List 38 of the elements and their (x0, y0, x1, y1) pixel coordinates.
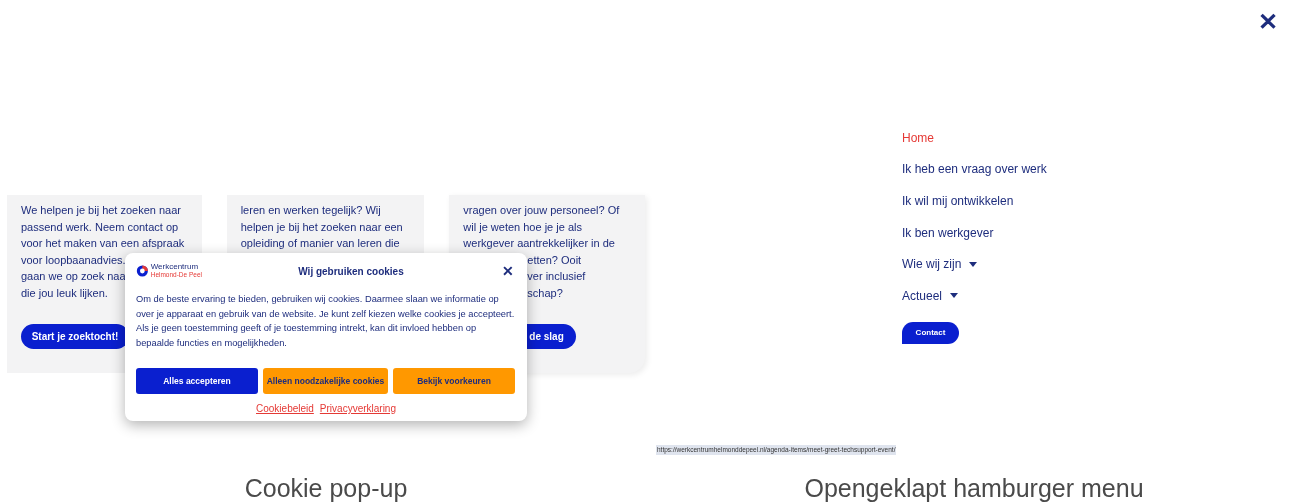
card-text-line: gaan we op zoek naa (21, 269, 126, 284)
card-text-line: schap? (527, 285, 563, 301)
menu-item[interactable]: Ik wil mij ontwikkelen (902, 192, 1014, 210)
card-text-line: voor loopbaanadvies. (21, 252, 126, 268)
card-text-line: opleiding of manier van leren die (240, 236, 400, 251)
caret-icon[interactable] (969, 261, 978, 267)
popup-title: Wij gebruiken cookies (298, 264, 404, 279)
close-button[interactable]: ✕ (500, 263, 516, 279)
card-text-line: leren en werken tegelijk? Wij (240, 203, 381, 218)
contact-button[interactable]: Contact (902, 321, 959, 344)
card-text-line: werkgever aantrekkelijker in de (463, 236, 615, 251)
caret-icon[interactable] (950, 293, 959, 299)
card-text-line: die jou leuk lijken. (21, 285, 108, 301)
policy-link[interactable]: Cookiebeleid (256, 401, 314, 416)
policy-link[interactable]: Privacyverklaring (319, 401, 396, 416)
card-text-line: voor het maken van een afspraak (21, 236, 185, 251)
card-text-line: passend werk. Neem contact op (21, 219, 179, 235)
popup-body-text: Om de beste ervaring te bieden, gebruiken wij cookies. Daarmee slaan we informatie op over je apparaat en gebruik van de website. Je kunt zelf kiezen welke cookies je accepteert. Als je geen toestemming geeft of je toestemming intrekt, kan dit invloed hebben op bepaalde functies en mogelijkheden. (136, 293, 516, 350)
popup-button[interactable]: Alleen noodzakelijke cookies (263, 368, 388, 394)
logo-name: Werkcentrum (150, 263, 200, 271)
menu-item[interactable]: Ik ben werkgever (902, 223, 994, 242)
caption: Opengeklapt hamburger menu (804, 473, 1144, 503)
logo-icon (136, 263, 149, 279)
card-text-line: wil je weten hoe je je als (463, 219, 582, 235)
card-button[interactable]: de slag (526, 324, 577, 349)
caption: Cookie pop-up (244, 473, 408, 503)
menu-item[interactable]: Wie wij zijn (902, 255, 962, 274)
menu-item[interactable]: Ik heb een vraag over werk (902, 160, 1047, 179)
menu-item[interactable]: Actueel (902, 286, 943, 305)
card-text-line: helpen je bij het zoeken naar een (240, 219, 403, 235)
popup-button[interactable]: Bekijk voorkeuren (393, 368, 515, 394)
close-button[interactable]: ✕ (1258, 8, 1278, 36)
card-text-line: We helpen je bij het zoeken naar (21, 203, 181, 218)
card-text-line: vragen over jouw personeel? Of (463, 203, 620, 218)
menu-item[interactable]: Home (902, 128, 934, 147)
card-text-line: ver inclusief (527, 269, 586, 284)
popup-button[interactable]: Alles accepteren (136, 368, 258, 394)
card-text-line: etten? Ooit (527, 252, 582, 268)
